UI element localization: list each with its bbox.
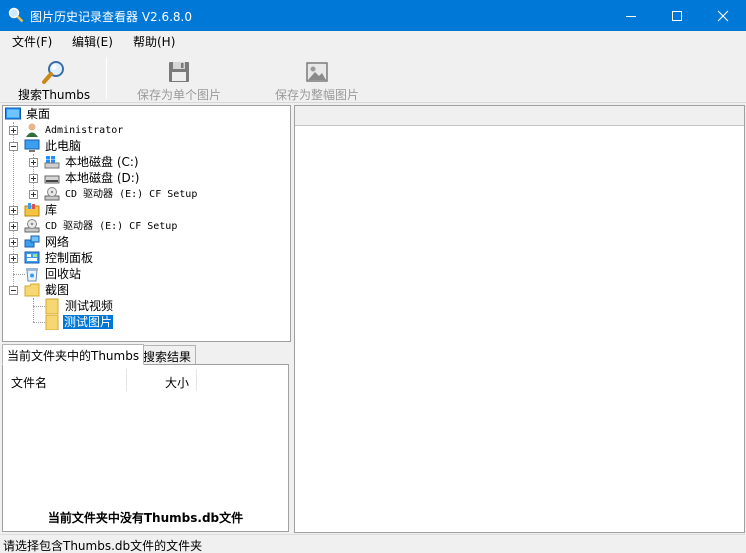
save-whole-label: 保存为整幅图片 xyxy=(274,88,359,102)
status-text: 请选择包含Thumbs.db文件的文件夹 xyxy=(3,539,203,553)
tree-label: 本地磁盘 (D:) xyxy=(65,171,140,185)
maximize-button[interactable] xyxy=(654,0,700,31)
user-icon xyxy=(26,123,38,137)
control-panel-icon xyxy=(24,251,40,264)
tree-label: 回收站 xyxy=(45,267,82,281)
tree-item-test-video[interactable]: 测试视频 xyxy=(3,298,283,314)
search-thumbs-button[interactable]: 搜索Thumbs xyxy=(18,55,91,102)
tree-item-this-pc[interactable]: 此电脑 xyxy=(3,138,283,154)
save-single-button[interactable]: 保存为单个图片 xyxy=(134,55,224,102)
cd-drive-icon xyxy=(44,187,60,201)
folder-icon xyxy=(45,314,59,330)
tree-label: 本地磁盘 (C:) xyxy=(65,155,139,169)
toolbar: 搜索Thumbs 保存为单个图片 保存为整幅图片 xyxy=(0,51,746,103)
tab-search-results[interactable]: 搜索结果 xyxy=(138,345,197,365)
save-whole-button[interactable]: 保存为整幅图片 xyxy=(272,55,362,102)
tree-item-cd-drive[interactable]: CD 驱动器 (E:) CF Setup xyxy=(3,218,283,234)
column-header-filename[interactable]: 文件名 xyxy=(11,369,47,393)
tree-label: CD 驱动器 (E:) CF Setup xyxy=(45,221,178,232)
tab-strip: 当前文件夹中的Thumbs 搜索结果 xyxy=(2,344,291,365)
toolbar-separator xyxy=(106,57,107,99)
app-magnifier-icon xyxy=(8,7,24,23)
tree-label: 桌面 xyxy=(26,107,51,121)
picture-icon xyxy=(306,62,328,82)
save-single-label: 保存为单个图片 xyxy=(136,88,221,102)
title-bar: 图片历史记录查看器 V2.6.8.0 xyxy=(0,0,746,31)
tree-item-disk-d[interactable]: 本地磁盘 (D:) xyxy=(3,170,283,186)
library-icon xyxy=(24,203,40,217)
tree-label-selected: 测试图片 xyxy=(63,315,114,329)
thumbs-file-list[interactable]: 文件名 大小 当前文件夹中没有Thumbs.db文件 xyxy=(2,364,289,532)
menu-file[interactable]: 文件(F) xyxy=(12,33,52,50)
menu-bar: 文件(F) 编辑(E) 帮助(H) xyxy=(0,31,746,51)
tree-item-recycle-bin[interactable]: 回收站 xyxy=(3,266,283,282)
menu-edit[interactable]: 编辑(E) xyxy=(72,33,113,50)
floppy-disk-icon xyxy=(169,62,189,82)
tree-item-cd-drive-sub[interactable]: CD 驱动器 (E:) CF Setup xyxy=(3,186,283,202)
preview-pane[interactable] xyxy=(294,105,745,533)
column-divider[interactable] xyxy=(196,369,197,391)
collapse-icon[interactable] xyxy=(9,286,18,295)
network-icon xyxy=(24,235,40,248)
minimize-button[interactable] xyxy=(608,0,654,31)
tree-label: 库 xyxy=(45,203,58,217)
empty-list-message: 当前文件夹中没有Thumbs.db文件 xyxy=(47,511,244,525)
status-bar: 请选择包含Thumbs.db文件的文件夹 xyxy=(0,534,746,553)
expand-icon[interactable] xyxy=(29,174,38,183)
maximize-icon xyxy=(672,11,682,21)
tree-label: 测试视频 xyxy=(65,299,114,313)
hard-drive-icon xyxy=(44,175,60,184)
tree-item-test-picture[interactable]: 测试图片 xyxy=(3,314,283,330)
expand-icon[interactable] xyxy=(29,190,38,199)
menu-help[interactable]: 帮助(H) xyxy=(133,33,175,50)
tree-label: 网络 xyxy=(45,235,70,249)
minimize-icon xyxy=(626,16,636,17)
close-button[interactable] xyxy=(700,0,746,31)
column-divider[interactable] xyxy=(126,369,127,391)
tree-item-network[interactable]: 网络 xyxy=(3,234,283,250)
tree-label: 截图 xyxy=(45,283,70,297)
search-thumbs-label: 搜索Thumbs xyxy=(18,88,91,102)
tab-current-folder-thumbs[interactable]: 当前文件夹中的Thumbs xyxy=(2,344,145,365)
expand-icon[interactable] xyxy=(29,158,38,167)
tree-item-library[interactable]: 库 xyxy=(3,202,283,218)
tree-label: 此电脑 xyxy=(45,139,82,153)
tree-item-administrator[interactable]: Administrator xyxy=(3,122,283,138)
folder-tree[interactable]: 桌面 Administrator 此电脑 本地磁盘 (C:) 本地磁盘 (D:)… xyxy=(2,105,291,342)
collapse-icon[interactable] xyxy=(9,142,18,151)
tree-item-control-panel[interactable]: 控制面板 xyxy=(3,250,283,266)
close-icon xyxy=(717,10,729,22)
computer-icon xyxy=(24,139,40,152)
cd-drive-icon xyxy=(24,219,40,233)
recycle-bin-icon xyxy=(26,268,38,282)
tree-label: Administrator xyxy=(45,125,124,136)
tree-label: 控制面板 xyxy=(45,251,94,265)
tree-item-desktop[interactable]: 桌面 xyxy=(5,106,285,122)
tree-label: CD 驱动器 (E:) CF Setup xyxy=(65,189,198,200)
expand-icon[interactable] xyxy=(9,254,18,263)
preview-header xyxy=(295,106,744,126)
magnifier-icon xyxy=(42,61,64,84)
column-header-size[interactable]: 大小 xyxy=(165,369,189,393)
tree-item-screenshots[interactable]: 截图 xyxy=(3,282,283,298)
tree-item-disk-c[interactable]: 本地磁盘 (C:) xyxy=(3,154,283,170)
expand-icon[interactable] xyxy=(9,126,18,135)
window-title: 图片历史记录查看器 V2.6.8.0 xyxy=(30,10,193,24)
system-drive-icon xyxy=(44,156,60,169)
desktop-icon xyxy=(5,107,21,120)
expand-icon[interactable] xyxy=(9,238,18,247)
expand-icon[interactable] xyxy=(9,206,18,215)
folder-icon xyxy=(24,283,40,297)
expand-icon[interactable] xyxy=(9,222,18,231)
folder-icon xyxy=(45,298,59,314)
